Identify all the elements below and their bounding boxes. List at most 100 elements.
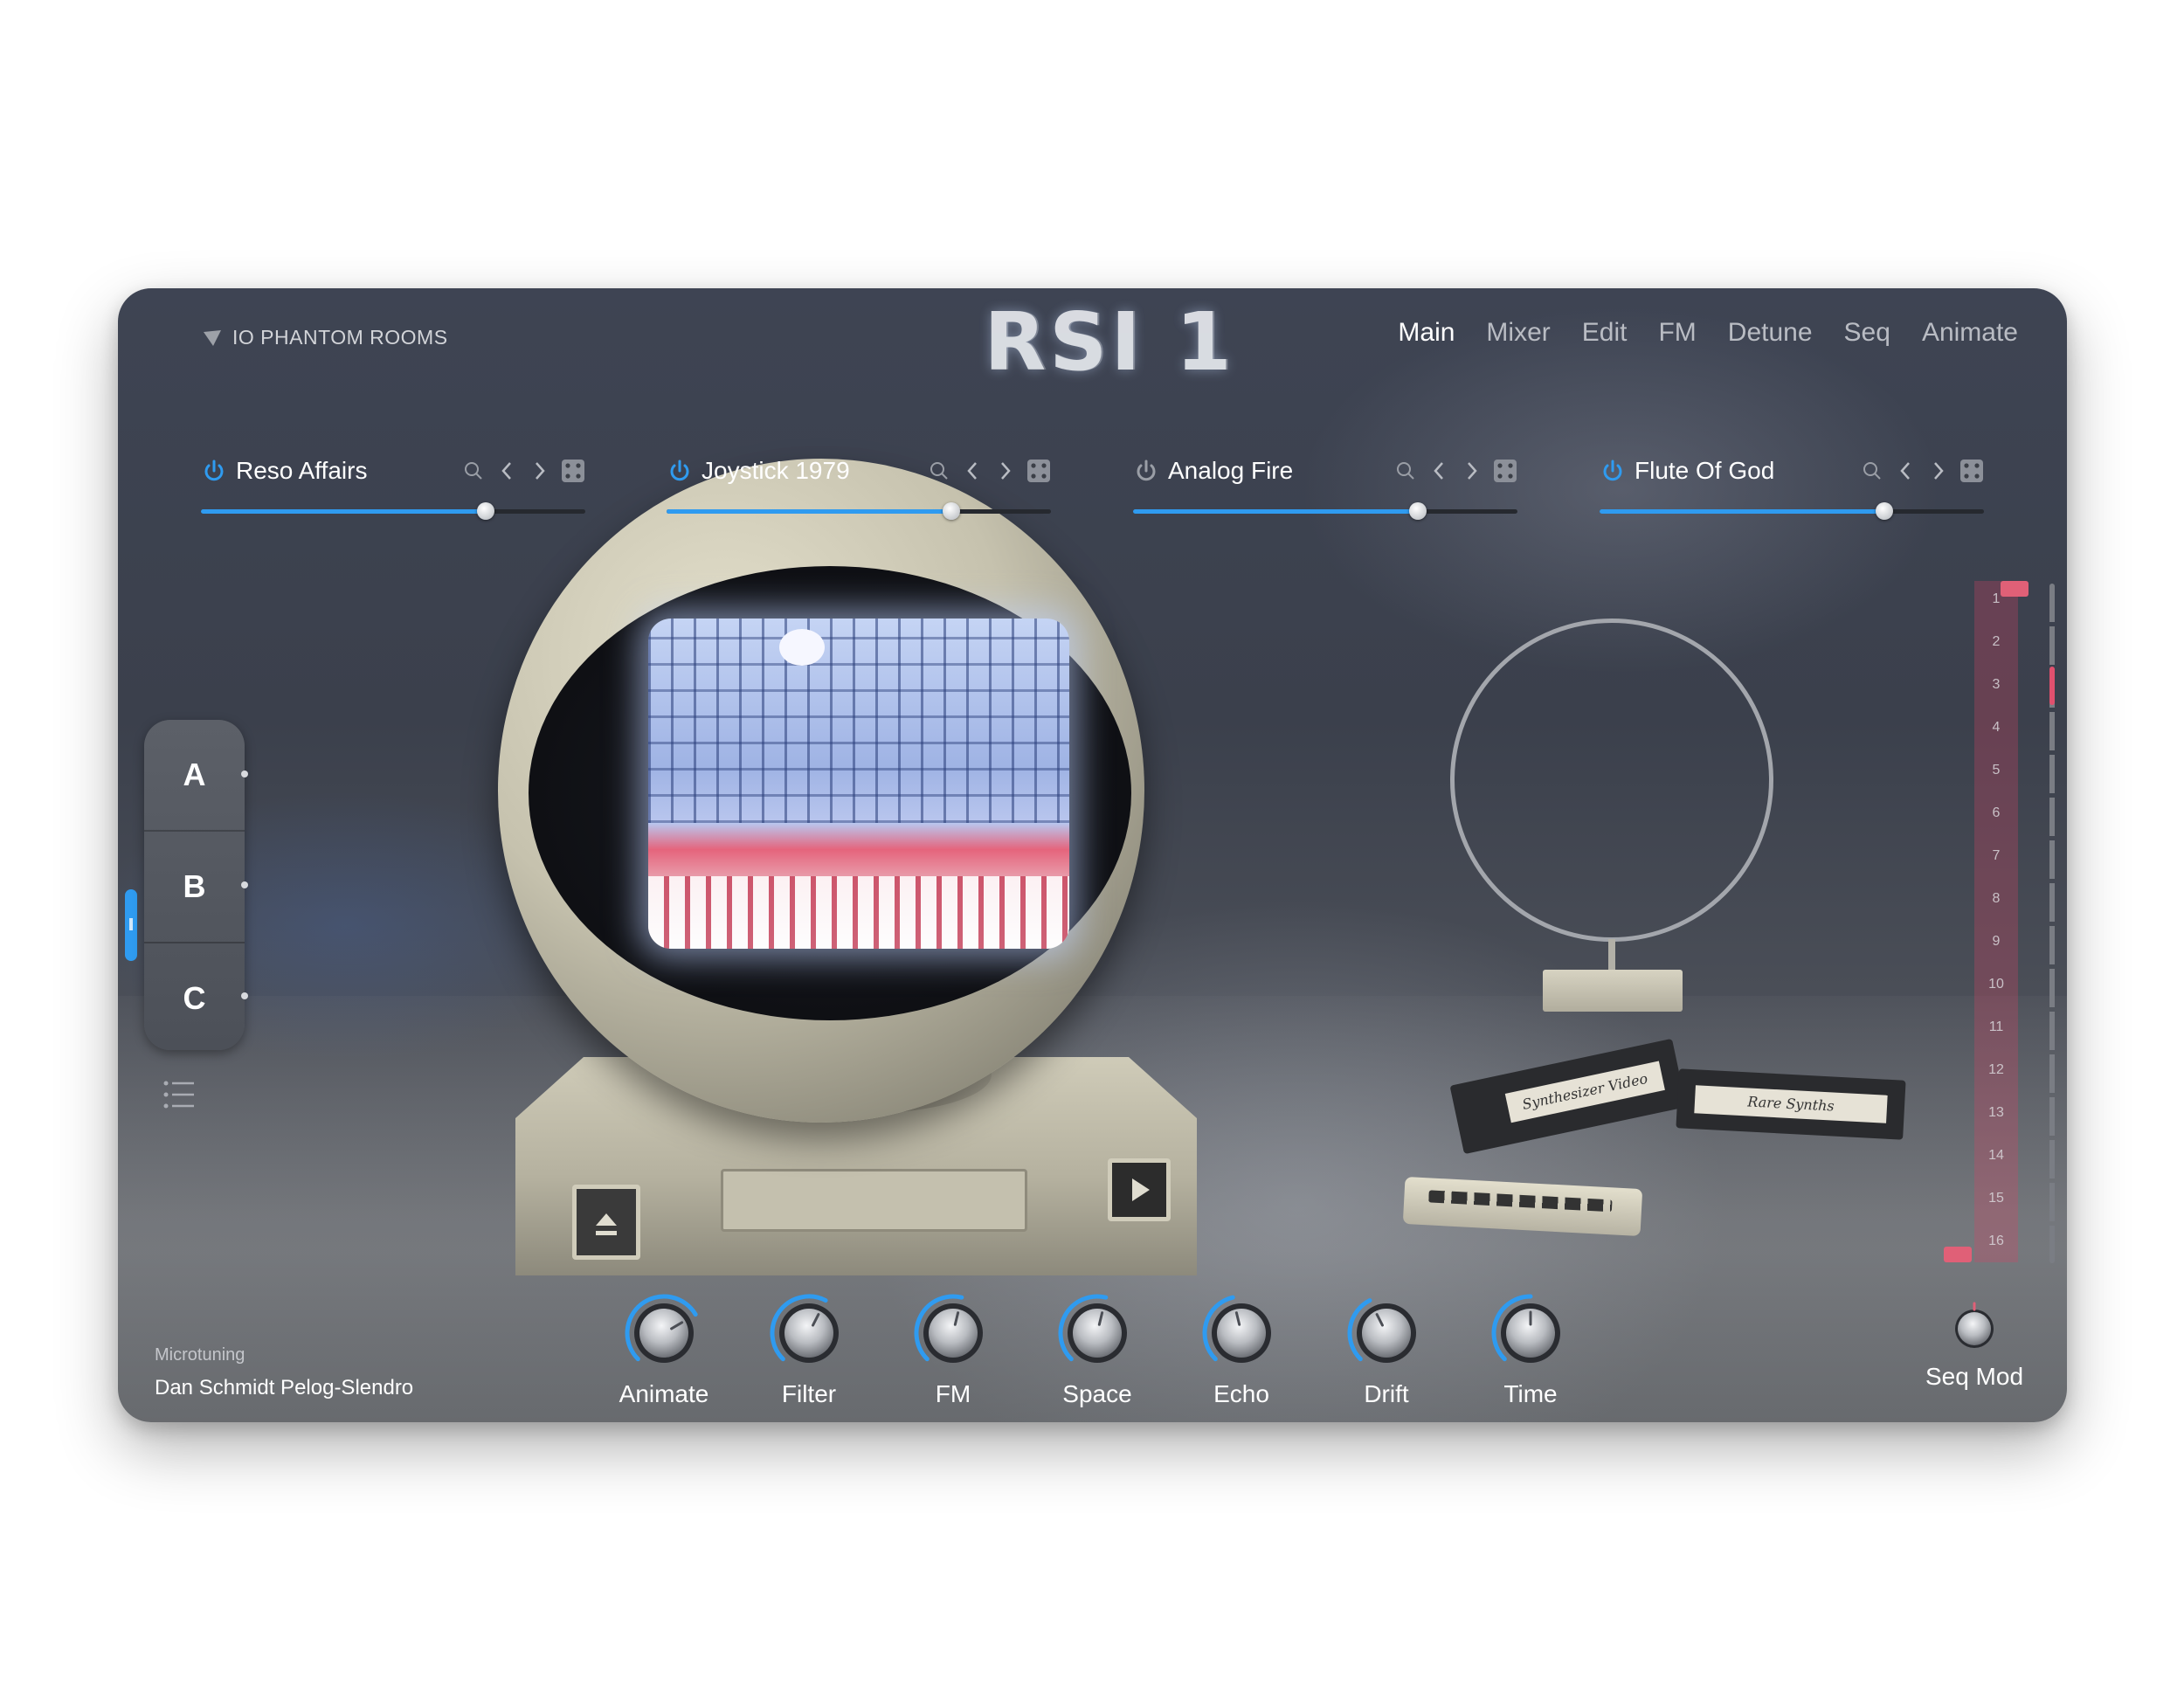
power-icon[interactable]	[201, 458, 227, 484]
seq-step-number: 3	[1992, 677, 2001, 692]
macro-label: Filter	[781, 1380, 837, 1407]
macro-label: Echo	[1213, 1380, 1269, 1407]
layer-name[interactable]: Analog Fire	[1168, 454, 1293, 487]
seq-step-number: 1	[1992, 591, 2001, 606]
chevron-right-icon[interactable]	[1460, 458, 1484, 484]
tab-mixer[interactable]: Mixer	[1486, 318, 1550, 348]
seq-step-number: 13	[1988, 1105, 2004, 1120]
seq-step-number: 16	[1988, 1234, 2004, 1248]
snapshot-b-indicator	[241, 881, 248, 888]
tab-seq[interactable]: Seq	[1844, 318, 1890, 348]
macro-knob[interactable]	[1489, 1291, 1572, 1375]
slider-thumb[interactable]	[1875, 502, 1893, 520]
search-icon[interactable]	[1860, 458, 1884, 484]
dice-icon[interactable]	[1493, 458, 1517, 484]
layer-snapshot-selector: A B C	[144, 720, 245, 1050]
macro-knob[interactable]	[622, 1291, 706, 1375]
screen-modular-synth	[648, 619, 1069, 824]
slider-fill	[1600, 509, 1884, 514]
layer-strip: Reso Affairs	[201, 454, 585, 524]
layer-volume-slider[interactable]	[1600, 502, 1984, 520]
snapshot-c-button[interactable]: C	[144, 943, 245, 1050]
slider-fill	[667, 509, 951, 514]
power-icon[interactable]	[1133, 458, 1159, 484]
tab-animate[interactable]: Animate	[1922, 318, 2018, 348]
layer-strip: Flute Of God	[1600, 454, 1984, 524]
layer-strip: Analog Fire	[1133, 454, 1517, 524]
dice-icon[interactable]	[1959, 458, 1984, 484]
macro-knob[interactable]	[767, 1291, 851, 1375]
chevron-right-icon[interactable]	[528, 458, 552, 484]
search-icon[interactable]	[1393, 458, 1418, 484]
layer-name[interactable]: Flute Of God	[1635, 454, 1774, 487]
macro-knob[interactable]	[1344, 1291, 1428, 1375]
snapshot-a-button[interactable]: A	[144, 720, 245, 832]
ring-stand	[1543, 970, 1683, 1012]
snapshot-b-button[interactable]: B	[144, 832, 245, 943]
layer-volume-slider[interactable]	[667, 502, 1051, 520]
chevron-left-icon[interactable]	[494, 458, 519, 484]
seq-step-number: 2	[1992, 634, 2001, 649]
macro-label: Time	[1503, 1380, 1558, 1407]
chevron-left-icon[interactable]	[960, 458, 985, 484]
cassette-slot	[721, 1169, 1027, 1232]
screen-keyboard	[648, 875, 1069, 949]
power-icon[interactable]	[667, 458, 693, 484]
slider-thumb[interactable]	[476, 502, 494, 520]
layer-tools	[461, 458, 585, 484]
ring-post	[1608, 939, 1615, 974]
seq-step-number: 15	[1988, 1191, 2004, 1206]
slider-thumb[interactable]	[942, 502, 960, 520]
layer-name[interactable]: Reso Affairs	[236, 454, 367, 487]
layer-volume-slider[interactable]	[1133, 502, 1517, 520]
macro-knob[interactable]	[1199, 1291, 1283, 1375]
chevron-left-icon[interactable]	[1893, 458, 1918, 484]
snapshot-c-indicator	[241, 992, 248, 999]
macro-knob[interactable]	[911, 1291, 995, 1375]
seq-step-number: 12	[1988, 1062, 2004, 1077]
slider-thumb[interactable]	[1408, 502, 1427, 520]
brand-logo-icon	[204, 329, 221, 346]
chevron-right-icon[interactable]	[993, 458, 1018, 484]
seq-end-handle[interactable]	[1944, 1247, 1972, 1262]
macro-knob[interactable]	[1055, 1291, 1139, 1375]
layer-tools	[1860, 458, 1984, 484]
search-icon[interactable]	[461, 458, 486, 484]
layer-volume-slider[interactable]	[201, 502, 585, 520]
macro-label: Animate	[619, 1380, 709, 1407]
seq-mod-label: Seq Mod	[1925, 1363, 2024, 1390]
abc-drag-handle[interactable]	[125, 889, 137, 961]
macro-time: Time	[1478, 1291, 1583, 1408]
tab-detune[interactable]: Detune	[1728, 318, 1813, 348]
power-icon[interactable]	[1600, 458, 1626, 484]
seq-step-number: 7	[1992, 848, 2001, 863]
seq-step-number: 14	[1988, 1148, 2004, 1163]
slider-fill	[1133, 509, 1418, 514]
chevron-left-icon[interactable]	[1427, 458, 1451, 484]
tab-main[interactable]: Main	[1398, 318, 1455, 348]
tv-screen	[648, 619, 1069, 949]
layer-name[interactable]: Joystick 1979	[702, 454, 850, 487]
macro-space: Space	[1045, 1291, 1150, 1408]
ring-prop	[1450, 619, 1773, 942]
seq-step-number: 4	[1992, 720, 2001, 735]
list-icon[interactable]	[162, 1080, 196, 1109]
dice-icon[interactable]	[1026, 458, 1051, 484]
macro-echo: Echo	[1189, 1291, 1294, 1408]
seq-mod-knob[interactable]	[1946, 1300, 2003, 1358]
play-button-prop	[1108, 1158, 1171, 1221]
macro-drift: Drift	[1334, 1291, 1439, 1408]
chevron-right-icon[interactable]	[1926, 458, 1951, 484]
dice-icon[interactable]	[561, 458, 585, 484]
layer-tools	[1393, 458, 1517, 484]
tab-fm[interactable]: FM	[1658, 318, 1696, 348]
snapshot-a-indicator	[241, 771, 248, 777]
search-icon[interactable]	[927, 458, 951, 484]
tab-edit[interactable]: Edit	[1582, 318, 1628, 348]
seq-mod-control: Seq Mod	[1913, 1300, 2035, 1391]
layer-strip: Joystick 1979	[667, 454, 1051, 524]
tape-label: Rare Synths	[1694, 1085, 1888, 1123]
macro-label: Space	[1062, 1380, 1132, 1407]
app-title: RSI 1	[984, 295, 1235, 389]
microtuning-value[interactable]: Dan Schmidt Pelog-Slendro	[155, 1376, 413, 1400]
